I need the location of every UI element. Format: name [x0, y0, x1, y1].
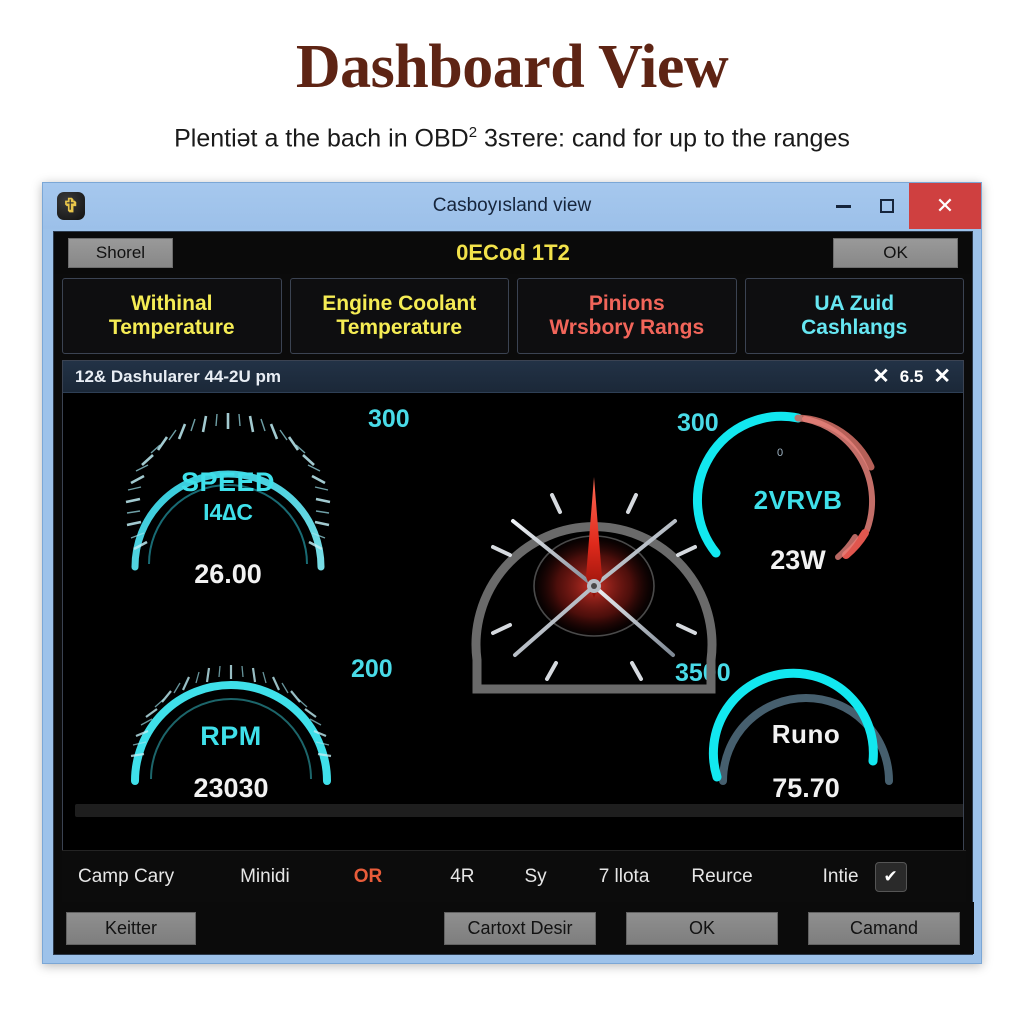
status-item-sy[interactable]: Sy	[525, 866, 547, 888]
close-x-icon-right[interactable]: ✕	[933, 366, 951, 387]
ok-button[interactable]: OK	[626, 911, 778, 945]
compass-graphic	[471, 477, 717, 694]
gauge-speed-value: 26.00	[194, 559, 262, 589]
page-subtitle: Plentiǝt a the bach in OBD2 3ѕтere: cand…	[0, 124, 1024, 153]
panel-scroll-strip[interactable]	[75, 804, 963, 817]
gauge-speed-sublabel: I4∆C	[203, 499, 253, 525]
screenshot-root: Dashboard View Plentiǝt a the bach in OB…	[0, 0, 1024, 1024]
dialog-button-bar: Keitter Cartoxt Desir OK Camand	[54, 902, 974, 954]
gauge-runo-value: 75.70	[772, 773, 840, 803]
gauge-panel-value: 6.5	[899, 366, 924, 386]
close-icon: ✕	[935, 193, 955, 218]
card-line-2: Temperature	[336, 316, 463, 339]
gauge-rpm-dial	[130, 665, 332, 785]
gauge-area: SPEED I4∆C 26.00 300 0 2VRVB 23W 300 RPM…	[63, 393, 963, 825]
card-withinal-temperature[interactable]: Withinal Temperature	[62, 278, 282, 354]
application-window: ✞ Casboyısland view ✕ Shorel 0ECod 1T2 O…	[42, 182, 982, 964]
app-cross-icon: ✞	[57, 192, 85, 220]
toolbar: Shorel 0ECod 1T2 OK	[54, 232, 972, 274]
maximize-button[interactable]	[865, 183, 909, 229]
card-pinions-wrsbory-rangs[interactable]: Pinions Wrsbory Rangs	[517, 278, 737, 354]
gauge-panel-header-actions: ✕ 6.5 ✕	[872, 366, 951, 387]
window-controls: ✕	[821, 183, 981, 229]
status-item-4r[interactable]: 4R	[450, 866, 474, 888]
status-item-camp-cary[interactable]: Camp Cary	[78, 866, 174, 888]
gauge-rpm[interactable]: RPM 23030	[111, 649, 351, 819]
page-subtitle-pre: Plentiǝt a the bach in OBD	[174, 124, 469, 153]
card-line-2: Temperature	[108, 316, 235, 339]
card-line-1: Withinal	[131, 292, 213, 316]
close-button[interactable]: ✕	[909, 183, 981, 229]
status-item-7-llota[interactable]: 7 llota	[599, 866, 650, 888]
status-item-intie[interactable]: Intie	[823, 866, 859, 888]
status-item-reurce[interactable]: Reurce	[691, 866, 752, 888]
parameter-card-row: Withinal Temperature Engine Coolant Temp…	[54, 274, 972, 360]
card-line-1: Pinions	[588, 292, 665, 316]
gauge-speed-max: 300	[368, 405, 410, 433]
status-item-minidi[interactable]: Minidi	[240, 866, 290, 888]
card-label: Engine Coolant Temperature	[322, 292, 476, 340]
gauge-panel-header: 12& Dashularer 44-2U pm ✕ 6.5 ✕	[63, 361, 963, 393]
card-label: UA Zuid Cashlangs	[801, 292, 907, 340]
gauge-speed[interactable]: SPEED I4∆C 26.00	[103, 399, 353, 609]
card-line-2: Cashlangs	[801, 316, 908, 339]
minimize-icon	[835, 204, 851, 208]
gauge-panel: 12& Dashularer 44-2U pm ✕ 6.5 ✕ SPEED I4…	[62, 360, 964, 870]
card-engine-coolant-temperature[interactable]: Engine Coolant Temperature	[289, 278, 509, 354]
camand-button[interactable]: Camand	[808, 911, 960, 945]
gauge-rpm-max: 200	[351, 655, 393, 683]
card-ua-zuid-cashlangs[interactable]: UA Zuid Cashlangs	[744, 278, 964, 354]
window-titlebar[interactable]: ✞ Casboyısland view ✕	[43, 183, 981, 229]
gauge-rpm-value: 23030	[193, 773, 269, 803]
close-x-icon-left[interactable]: ✕	[872, 366, 890, 387]
card-line-2: Wrsbory Rangs	[549, 316, 705, 339]
status-item-or[interactable]: OR	[354, 866, 383, 888]
toolbar-ok-button[interactable]: OK	[833, 238, 958, 268]
minimize-button[interactable]	[821, 183, 865, 229]
gauge-voltage-zero: 0	[777, 447, 784, 459]
gauge-runo-label: Runo	[771, 719, 841, 749]
status-bar: Camp Cary Minidi OR 4R Sy 7 llota Reurce…	[62, 850, 966, 902]
gauge-voltage-max: 300	[677, 409, 719, 437]
page-title: Dashboard View	[295, 33, 729, 101]
gauge-speed-label: SPEED	[180, 467, 276, 497]
card-line-1: UA Zuid	[814, 292, 895, 316]
gauge-panel-title: 12& Dashularer 44-2U pm	[75, 366, 281, 386]
maximize-icon	[880, 199, 894, 213]
card-line-1: Engine Coolant	[322, 292, 477, 316]
cartoxt-desir-button[interactable]: Cartoxt Desir	[444, 911, 596, 945]
window-content: Shorel 0ECod 1T2 OK Withinal Temperature…	[53, 231, 974, 955]
card-label: Pinions Wrsbory Rangs	[549, 292, 704, 340]
keitter-button[interactable]: Keitter	[66, 911, 196, 945]
check-icon[interactable]: ✔	[874, 861, 907, 892]
page-subtitle-superscript: 2	[468, 124, 478, 141]
card-label: Withinal Temperature	[109, 292, 235, 340]
gauge-rpm-label: RPM	[200, 721, 262, 751]
compass-dial[interactable]	[459, 455, 729, 722]
page-subtitle-post: 3ѕтere: cand for up to the ranges	[477, 124, 850, 153]
